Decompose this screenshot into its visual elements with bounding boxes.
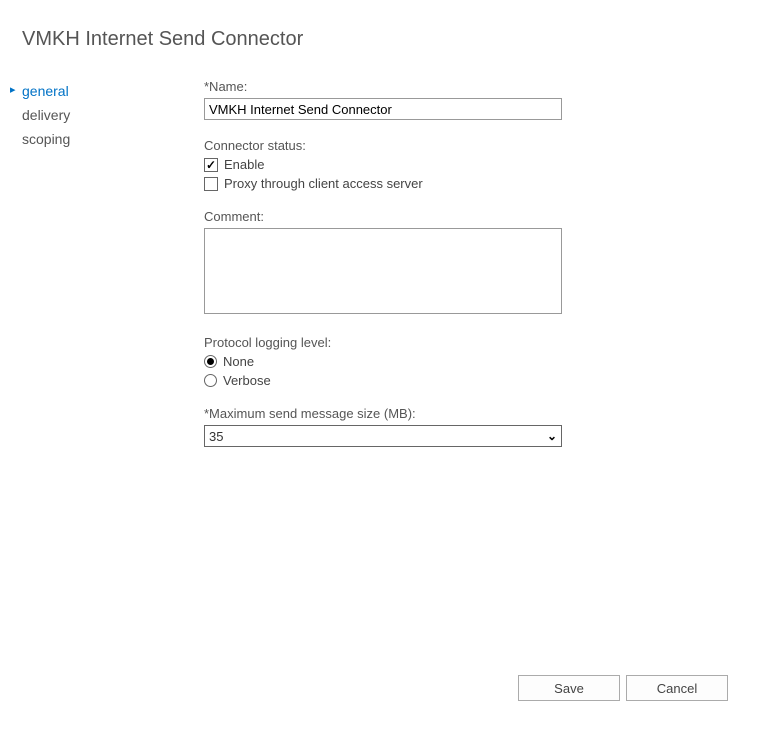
max-size-select[interactable]: 35 ⌄	[204, 425, 562, 447]
max-size-value: 35	[209, 429, 223, 444]
chevron-down-icon: ⌄	[547, 429, 557, 443]
sidebar: general delivery scoping	[0, 79, 170, 465]
comment-label: Comment:	[204, 209, 724, 224]
name-label: *Name:	[204, 79, 724, 94]
sidebar-item-label: general	[22, 83, 69, 99]
enable-label: Enable	[224, 157, 264, 172]
sidebar-item-label: delivery	[22, 107, 70, 123]
proxy-label: Proxy through client access server	[224, 176, 423, 191]
name-field-group: *Name:	[204, 79, 724, 120]
logging-group: Protocol logging level: None Verbose	[204, 335, 724, 388]
main-container: general delivery scoping *Name: Connecto…	[0, 51, 764, 465]
footer-buttons: Save Cancel	[518, 675, 728, 701]
save-button[interactable]: Save	[518, 675, 620, 701]
cancel-button[interactable]: Cancel	[626, 675, 728, 701]
logging-verbose-radio[interactable]	[204, 374, 217, 387]
form-panel: *Name: Connector status: Enable Proxy th…	[170, 79, 764, 465]
comment-textarea[interactable]	[204, 228, 562, 314]
connector-status-label: Connector status:	[204, 138, 724, 153]
logging-none-row: None	[204, 354, 724, 369]
logging-none-radio[interactable]	[204, 355, 217, 368]
max-size-group: *Maximum send message size (MB): 35 ⌄	[204, 406, 724, 447]
sidebar-item-general[interactable]: general	[8, 79, 170, 103]
name-input[interactable]	[204, 98, 562, 120]
logging-none-label: None	[223, 354, 254, 369]
connector-status-group: Connector status: Enable Proxy through c…	[204, 138, 724, 191]
page-title: VMKH Internet Send Connector	[0, 0, 764, 51]
sidebar-item-scoping[interactable]: scoping	[8, 127, 170, 151]
logging-verbose-row: Verbose	[204, 373, 724, 388]
sidebar-item-delivery[interactable]: delivery	[8, 103, 170, 127]
proxy-checkbox[interactable]	[204, 177, 218, 191]
max-size-label: *Maximum send message size (MB):	[204, 406, 724, 421]
enable-checkbox[interactable]	[204, 158, 218, 172]
comment-field-group: Comment:	[204, 209, 724, 317]
logging-label: Protocol logging level:	[204, 335, 724, 350]
sidebar-item-label: scoping	[22, 131, 70, 147]
logging-verbose-label: Verbose	[223, 373, 271, 388]
proxy-row: Proxy through client access server	[204, 176, 724, 191]
enable-row: Enable	[204, 157, 724, 172]
